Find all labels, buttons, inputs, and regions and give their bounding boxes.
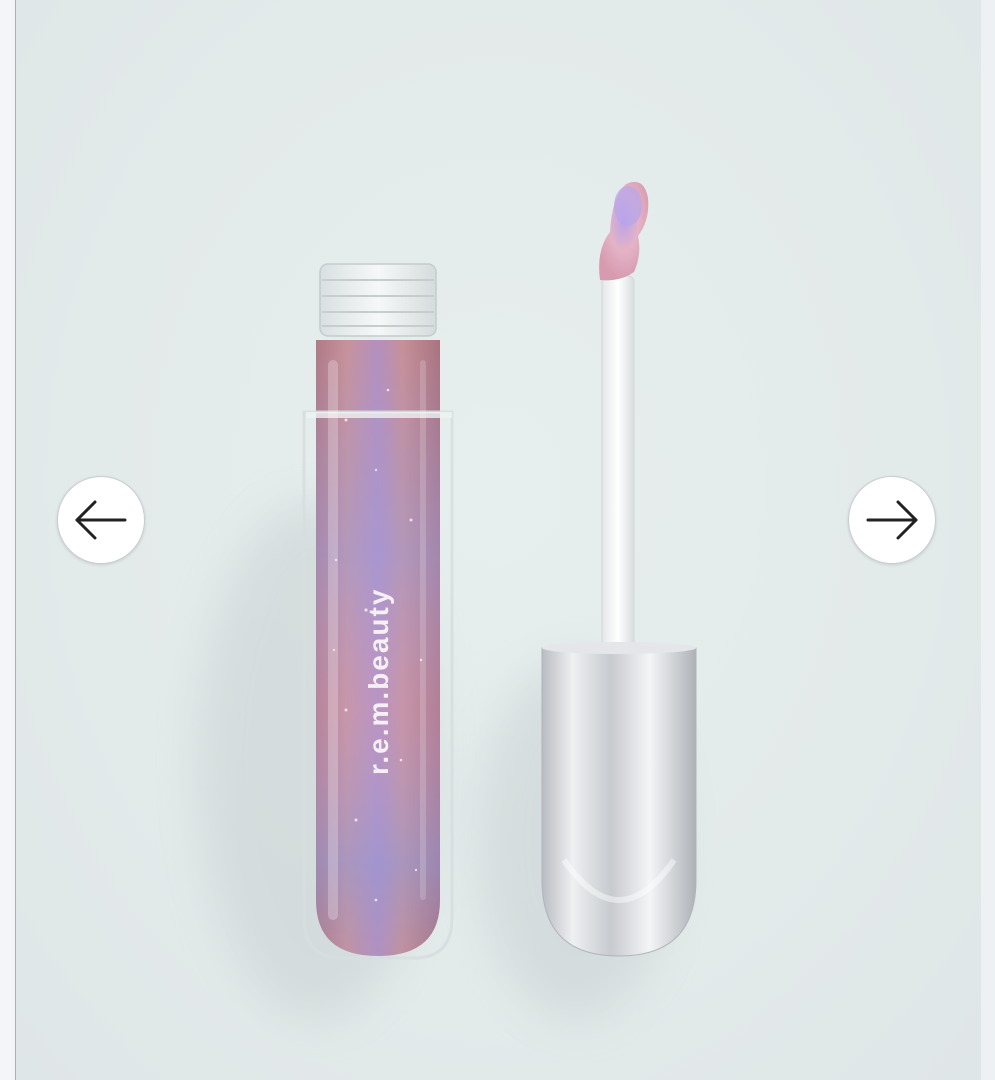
product-image-stage: r.e.m.beauty — [16, 0, 981, 1080]
next-image-button[interactable] — [848, 476, 936, 564]
silver-cap — [541, 642, 697, 957]
arrow-right-icon — [866, 500, 918, 540]
previous-image-button[interactable] — [57, 476, 145, 564]
product-image: r.e.m.beauty — [196, 181, 697, 1020]
right-margin — [981, 0, 995, 1080]
applicator-wand — [599, 181, 649, 657]
left-margin — [0, 0, 16, 1080]
tube-neck — [319, 263, 437, 337]
brand-logo-text: r.e.m.beauty — [363, 588, 394, 775]
arrow-left-icon — [75, 500, 127, 540]
product-gallery-page: r.e.m.beauty — [0, 0, 995, 1080]
